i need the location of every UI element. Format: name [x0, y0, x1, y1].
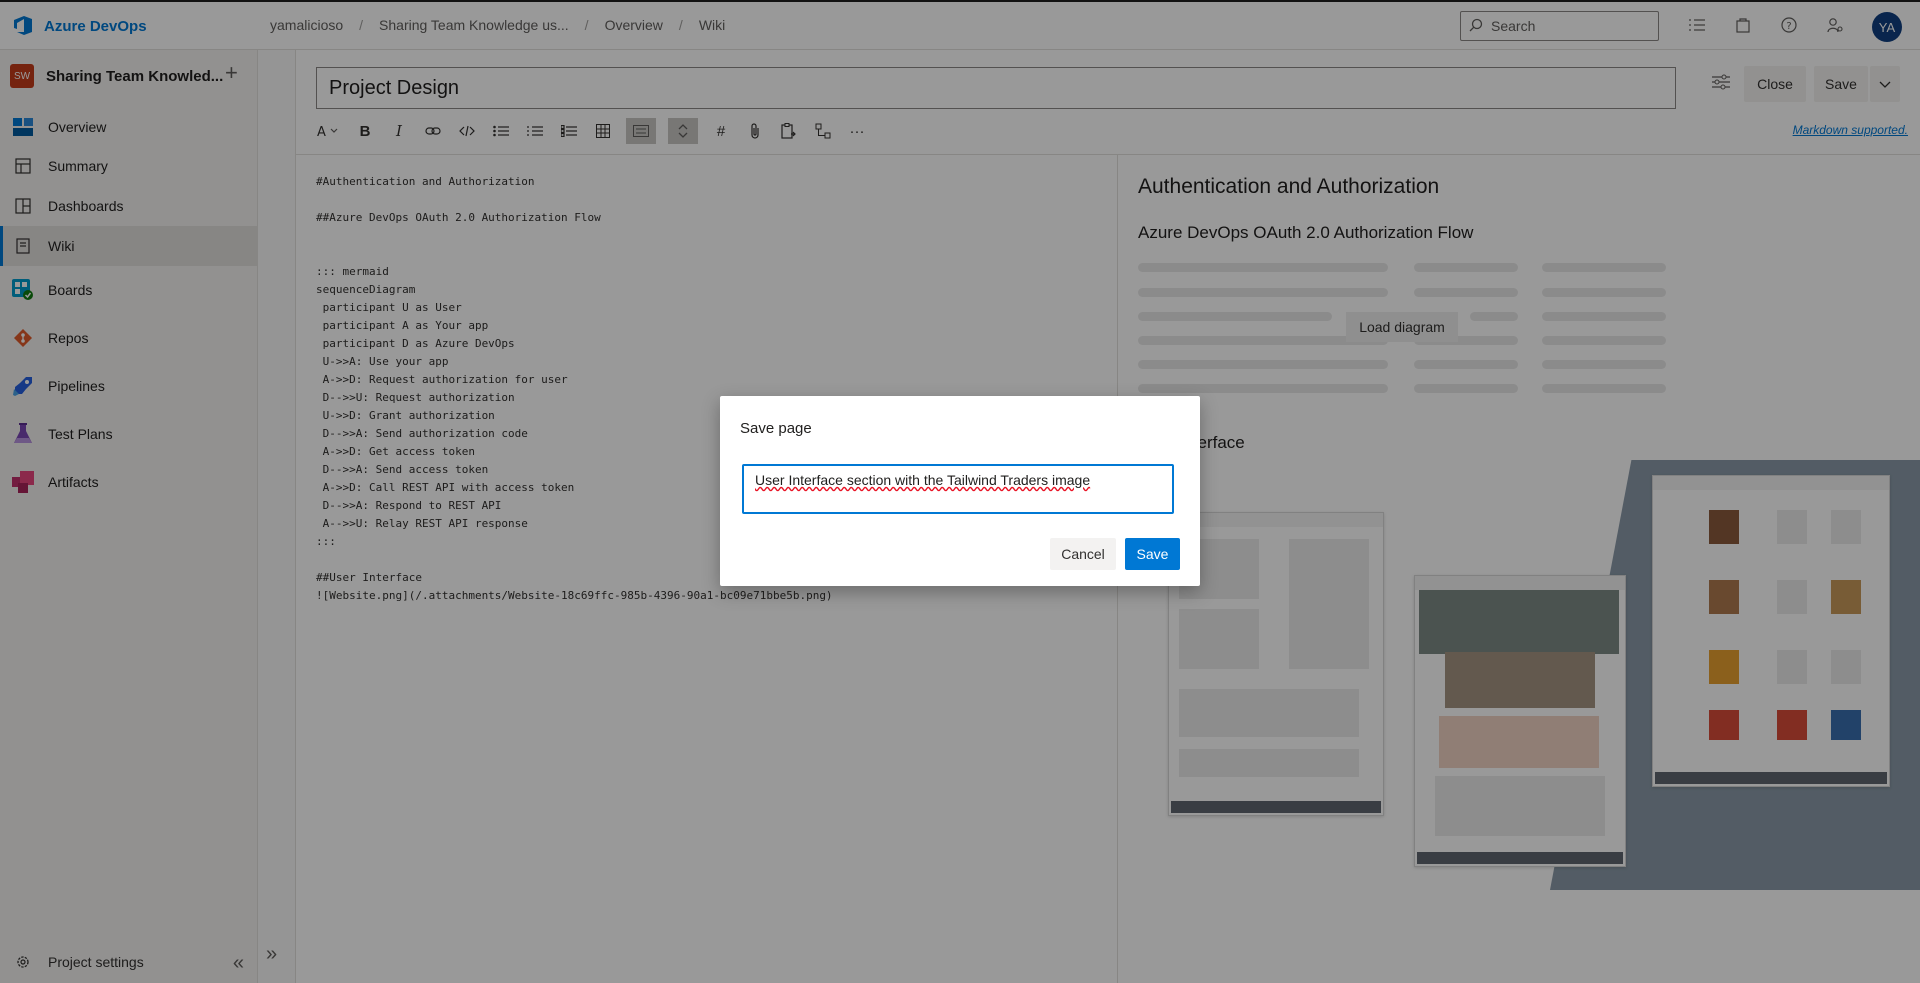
cancel-button[interactable]: Cancel	[1050, 538, 1116, 570]
revision-comment-input[interactable]: User Interface section with the Tailwind…	[742, 464, 1174, 514]
dialog-save-button[interactable]: Save	[1125, 538, 1180, 570]
dialog-title: Save page	[740, 420, 812, 437]
save-page-dialog: Save page User Interface section with th…	[720, 396, 1200, 586]
revision-comment-value: User Interface section with the Tailwind…	[755, 472, 1091, 488]
